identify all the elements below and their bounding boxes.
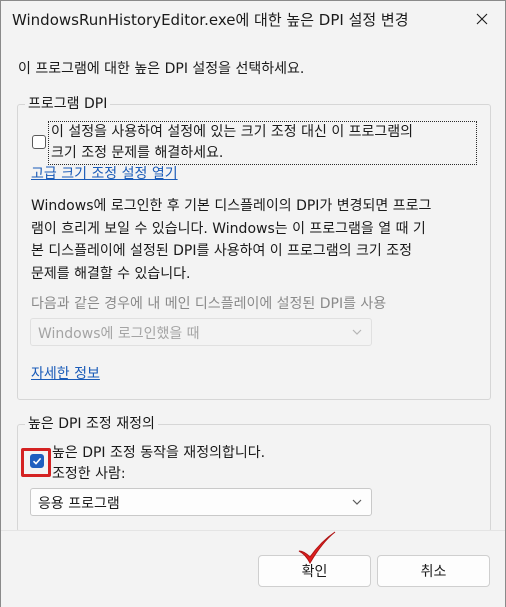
scaled-by-select[interactable]: 응용 프로그램 xyxy=(30,488,372,516)
highlight-box xyxy=(21,448,51,477)
scaled-by-label: 조정한 사람: xyxy=(52,466,126,482)
description-line: 본 디스플레이에 설정된 DPI를 사용하여 이 프로그램의 크기 조정 xyxy=(31,243,412,259)
description-line: 램이 흐리게 보일 수 있습니다. Windows는 이 프로그램을 열 때 기 xyxy=(31,220,426,237)
program-dpi-checkbox-label-line1: 이 설정을 사용하여 설정에 있는 크기 조정 대신 이 프로그램의 xyxy=(51,124,414,140)
dpi-settings-dialog: WindowsRunHistoryEditor.exe에 대한 높은 DPI 설… xyxy=(0,0,506,607)
chevron-down-icon xyxy=(352,499,362,505)
cancel-button[interactable]: 취소 xyxy=(377,555,490,587)
description-line: Windows에 로그인한 후 기본 디스플레이의 DPI가 변경되면 프로그 xyxy=(31,198,432,214)
override-legend: 높은 DPI 조정 재정의 xyxy=(25,413,158,433)
program-dpi-description: Windows에 로그인한 후 기본 디스플레이의 DPI가 변경되면 프로그 … xyxy=(31,195,487,285)
cancel-button-label: 취소 xyxy=(420,564,447,580)
advanced-scaling-link[interactable]: 고급 크기 조정 설정 열기 xyxy=(31,163,178,183)
override-checkbox-label[interactable]: 높은 DPI 조정 동작을 재정의합니다. xyxy=(52,442,265,462)
intro-text: 이 프로그램에 대한 높은 DPI 설정을 선택하세요. xyxy=(18,61,305,77)
program-dpi-legend: 프로그램 DPI xyxy=(25,93,111,113)
red-checkmark-annotation-icon xyxy=(298,531,336,565)
program-dpi-checkbox-label-line2: 크기 조정 문제를 해결하세요. xyxy=(51,145,224,161)
more-info-link[interactable]: 자세한 정보 xyxy=(31,363,100,383)
scaled-by-select-value: 응용 프로그램 xyxy=(38,496,120,512)
chevron-down-icon xyxy=(352,329,362,335)
window-title: WindowsRunHistoryEditor.exe에 대한 높은 DPI 설… xyxy=(12,11,409,29)
use-dpi-select-value: Windows에 로그인했을 때 xyxy=(38,326,200,342)
use-dpi-label: 다음과 같은 경우에 내 메인 디스플레이에 설정된 DPI를 사용 xyxy=(31,296,387,312)
description-line: 문제를 해결할 수 있습니다. xyxy=(31,265,191,282)
title-bar[interactable]: WindowsRunHistoryEditor.exe에 대한 높은 DPI 설… xyxy=(1,1,505,37)
program-dpi-checkbox-label[interactable]: 이 설정을 사용하여 설정에 있는 크기 조정 대신 이 프로그램의 크기 조정… xyxy=(48,121,477,165)
close-button[interactable] xyxy=(459,1,505,37)
close-icon xyxy=(476,13,488,25)
program-dpi-checkbox[interactable] xyxy=(32,135,46,149)
use-dpi-select[interactable]: Windows에 로그인했을 때 xyxy=(30,318,372,346)
